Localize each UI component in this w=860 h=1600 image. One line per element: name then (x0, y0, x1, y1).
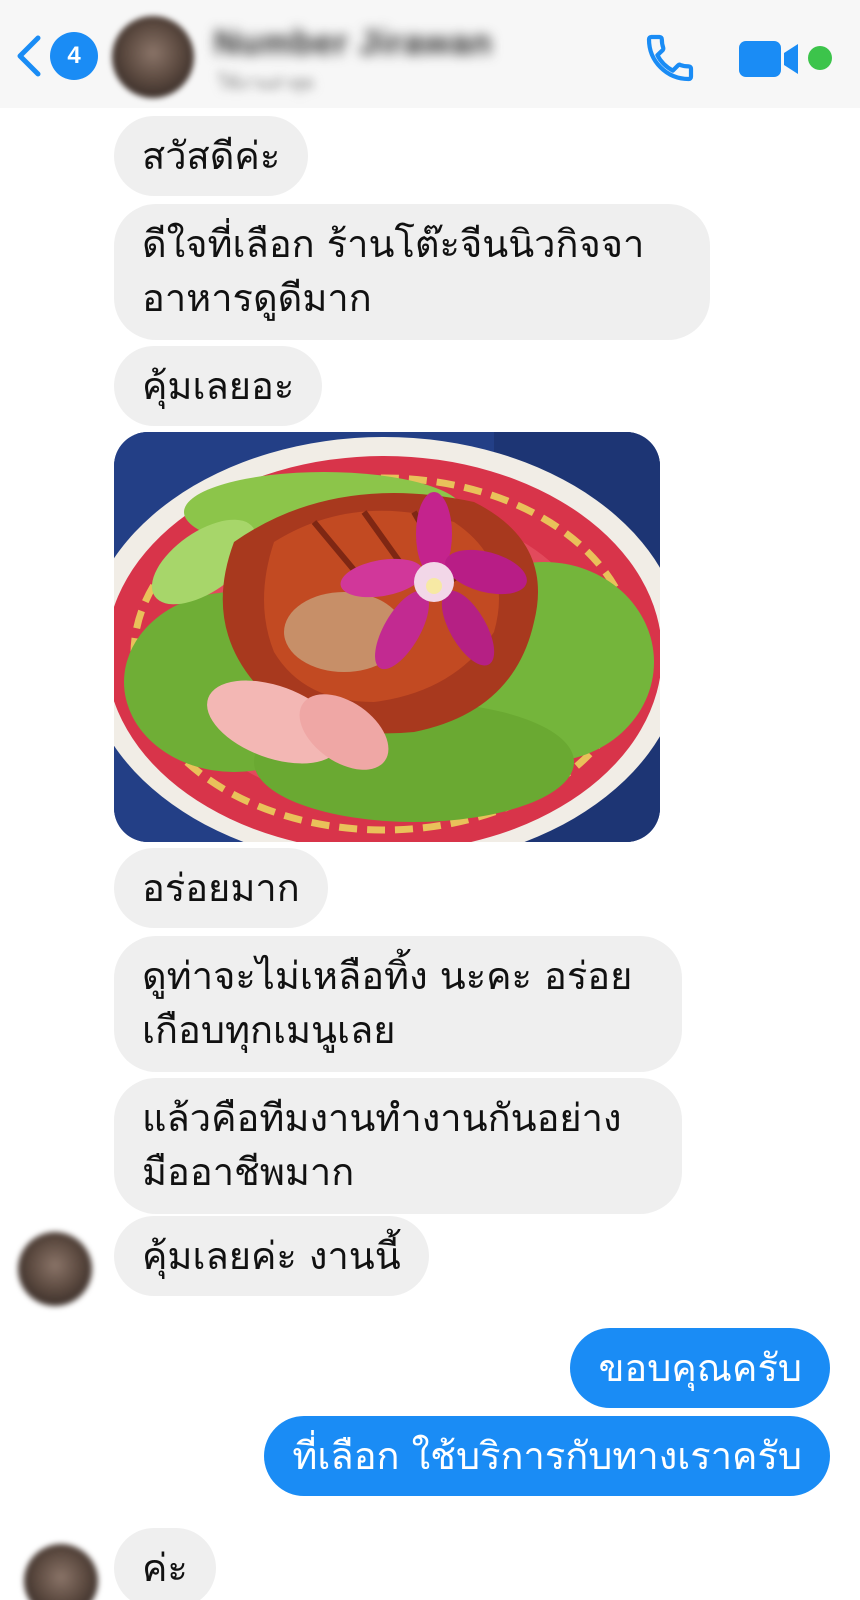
back-button[interactable]: 4 (14, 30, 98, 82)
message-text: ที่เลือก ใช้บริการกับทางเราครับ (292, 1434, 802, 1478)
message-bubble[interactable]: อร่อยมาก (114, 848, 328, 928)
message-text: ดีใจที่เลือก ร้านโต๊ะจีนนิวกิจจา (142, 222, 645, 266)
roast-duck-plate-image (114, 432, 660, 842)
message-text: ค่ะ (142, 1546, 188, 1590)
message-bubble[interactable]: ดูท่าจะไม่เหลือทิ้ง นะคะ อร่อย เกือบทุกเ… (114, 936, 682, 1072)
chat-header: 4 Number Jirawan ใช้งานล่าสุด (0, 0, 860, 108)
contact-avatar[interactable] (24, 1544, 98, 1600)
phone-icon (646, 34, 694, 82)
contact-avatar[interactable] (18, 1232, 92, 1306)
call-button[interactable] (642, 30, 698, 86)
message-bubble[interactable]: คุ้มเลยอะ (114, 346, 323, 426)
message-text: ขอบคุณครับ (598, 1346, 802, 1390)
video-call-button[interactable] (738, 38, 800, 80)
message-text: สวัสดีค่ะ (142, 134, 281, 178)
sent-message-bubble[interactable]: ที่เลือก ใช้บริการกับทางเราครับ (264, 1416, 830, 1496)
message-text: ดูท่าจะไม่เหลือทิ้ง นะคะ อร่อย (142, 954, 633, 998)
message-text: เกือบทุกเมนูเลย (142, 1008, 396, 1052)
online-indicator (808, 46, 832, 70)
message-bubble[interactable]: ดีใจที่เลือก ร้านโต๊ะจีนนิวกิจจา อาหารดู… (114, 204, 710, 340)
message-bubble[interactable]: คุ้มเลยค่ะ งานนี้ (114, 1216, 429, 1296)
message-bubble[interactable]: ค่ะ (114, 1528, 216, 1600)
chevron-left-icon (17, 35, 41, 77)
unread-badge: 4 (50, 32, 98, 80)
message-bubble[interactable]: สวัสดีค่ะ (114, 116, 309, 196)
contact-avatar[interactable] (112, 16, 194, 98)
message-bubble[interactable]: แล้วคือทีมงานทำงานกันอย่าง มืออาชีพมาก (114, 1078, 682, 1214)
contact-name[interactable]: Number Jirawan (214, 24, 493, 63)
message-text: คุ้มเลยค่ะ งานนี้ (142, 1234, 401, 1278)
food-photo[interactable] (114, 432, 660, 842)
video-camera-icon (739, 41, 798, 77)
message-text: มืออาชีพมาก (142, 1150, 355, 1194)
sent-message-bubble[interactable]: ขอบคุณครับ (570, 1328, 830, 1408)
message-text: อาหารดูดีมาก (142, 276, 372, 320)
message-text: อร่อยมาก (142, 866, 300, 910)
message-text: แล้วคือทีมงานทำงานกันอย่าง (142, 1096, 622, 1140)
message-text: คุ้มเลยอะ (142, 364, 295, 408)
contact-status: ใช้งานล่าสุด (218, 73, 315, 93)
